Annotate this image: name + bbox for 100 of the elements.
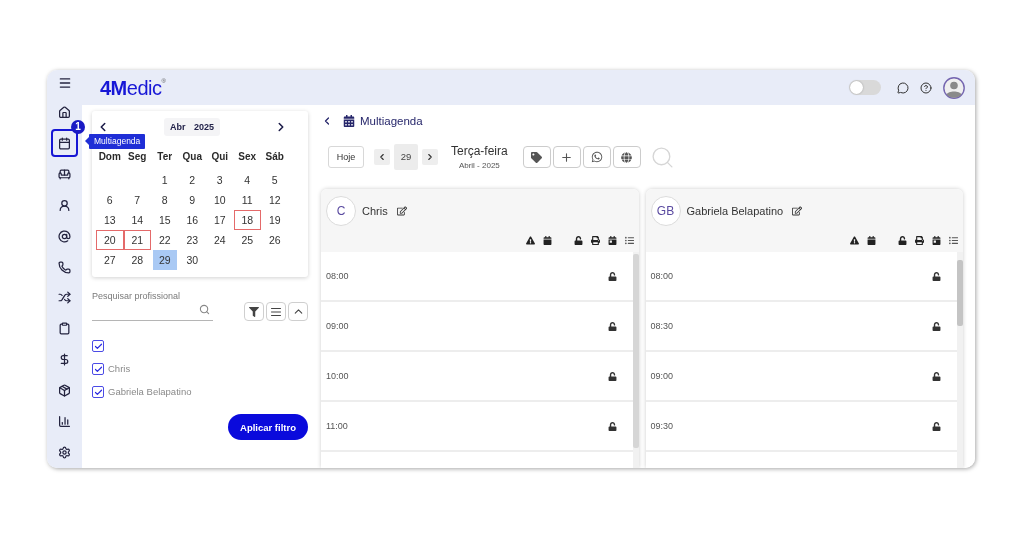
shuffle-icon — [58, 291, 71, 305]
calendar-day[interactable]: 22 — [151, 230, 179, 250]
scrollbar-thumb[interactable] — [957, 260, 963, 326]
weekday-label: Ter — [156, 150, 174, 164]
chart-icon — [58, 415, 71, 429]
list-icon[interactable] — [949, 236, 958, 245]
calendar-icon[interactable] — [542, 236, 552, 245]
calendar-day[interactable]: 3 — [206, 170, 234, 190]
calendar-day[interactable]: 14 — [123, 210, 151, 230]
calendar-day[interactable]: 21 — [123, 230, 151, 250]
tag-button[interactable] — [522, 146, 551, 168]
calendar-day[interactable]: 11 — [233, 190, 261, 210]
unlock-icon[interactable] — [932, 421, 941, 431]
calendar-day[interactable]: 18 — [233, 210, 261, 230]
unlock-icon[interactable] — [607, 371, 617, 381]
time-slot[interactable]: 08:00 — [321, 252, 633, 302]
time-slot[interactable]: 09:30 — [645, 402, 957, 452]
time-slot[interactable]: 09:00 — [645, 352, 957, 402]
calendar-day[interactable]: 2 — [178, 170, 206, 190]
avatar-initials: C — [326, 196, 356, 226]
calendar-day[interactable]: 4 — [233, 170, 261, 190]
calendar-day[interactable]: 7 — [123, 190, 151, 210]
unlock-icon[interactable] — [607, 321, 617, 331]
calendar-icon — [343, 115, 355, 127]
unlock-icon[interactable] — [607, 271, 617, 281]
unlock-icon[interactable] — [898, 236, 907, 245]
calendar-day[interactable]: 1 — [151, 170, 179, 190]
previous-day-button[interactable] — [374, 149, 390, 165]
calendar-day[interactable]: 24 — [206, 230, 234, 250]
weekday-label: Dom — [97, 150, 122, 164]
option-label: Gabriela Belapatino — [108, 386, 192, 398]
checkbox[interactable] — [92, 386, 104, 398]
next-day-button[interactable] — [422, 149, 438, 165]
at-sign-icon — [58, 229, 71, 243]
house-icon — [58, 105, 71, 119]
apply-filter-button[interactable]: Aplicar filtro — [228, 414, 308, 440]
globe-button[interactable] — [612, 146, 641, 168]
filter-button[interactable] — [244, 302, 264, 321]
add-button[interactable] — [552, 146, 581, 168]
edit-icon[interactable] — [396, 206, 407, 216]
chat-icon[interactable] — [897, 81, 909, 94]
toggle-switch[interactable] — [849, 80, 881, 95]
time-slot[interactable]: 11:00 — [321, 402, 633, 452]
user-avatar-icon[interactable] — [943, 76, 965, 99]
calendar-day[interactable]: 20 — [96, 230, 124, 250]
warning-icon[interactable] — [525, 236, 535, 245]
calendar-day[interactable]: 23 — [178, 230, 206, 250]
collapse-button[interactable] — [288, 302, 308, 321]
time-slot[interactable]: 09:00 — [321, 302, 633, 352]
calendar-day[interactable]: 15 — [151, 210, 179, 230]
calendar-day[interactable]: 30 — [178, 250, 206, 270]
avatar-initials: GB — [650, 196, 681, 226]
tag-icon — [531, 151, 543, 163]
search-field[interactable] — [92, 303, 213, 321]
time-slot[interactable]: 08:00 — [645, 252, 957, 302]
step-badge: 1 — [71, 119, 85, 134]
menu-icon — [57, 76, 72, 91]
calendar-day[interactable]: 19 — [261, 210, 289, 230]
professional-name: Gabriela Belapatino — [686, 205, 784, 217]
calendar-day[interactable]: 10 — [206, 190, 234, 210]
checkbox[interactable] — [92, 340, 104, 352]
month-year-button[interactable]: Abr 2025 — [164, 118, 220, 136]
calendar-day[interactable]: 17 — [206, 210, 234, 230]
calendar-day[interactable]: 28 — [123, 250, 151, 270]
calendar-day[interactable]: 5 — [261, 170, 289, 190]
checkbox[interactable] — [92, 363, 104, 375]
unlock-icon[interactable] — [932, 271, 941, 281]
calendar-day[interactable]: 16 — [178, 210, 206, 230]
list-icon[interactable] — [624, 236, 634, 245]
today-button[interactable]: Hoje — [328, 146, 364, 168]
calendar-icon[interactable] — [867, 236, 876, 245]
time-slot[interactable]: 08:30 — [645, 302, 957, 352]
calendar-day[interactable]: 8 — [151, 190, 179, 210]
slot-time: 09:30 — [650, 421, 674, 431]
unlock-icon[interactable] — [932, 321, 941, 331]
calendar-day[interactable]: 9 — [178, 190, 206, 210]
calendar-day[interactable]: 12 — [261, 190, 289, 210]
calendar-day-icon[interactable] — [607, 236, 617, 245]
unlock-icon[interactable] — [932, 371, 941, 381]
search-icon[interactable] — [199, 304, 210, 315]
printer-icon[interactable] — [915, 236, 924, 245]
unlock-icon[interactable] — [573, 236, 583, 245]
calendar-day[interactable]: 6 — [96, 190, 124, 210]
calendar-day[interactable]: 13 — [96, 210, 124, 230]
calendar-day[interactable]: 29 — [153, 250, 177, 270]
unlock-icon[interactable] — [607, 421, 617, 431]
calendar-day[interactable]: 25 — [233, 230, 261, 250]
day-display[interactable]: 29 — [394, 144, 418, 170]
calendar-day[interactable]: 27 — [96, 250, 124, 270]
slot-time: 09:00 — [326, 321, 349, 331]
time-slot[interactable]: 10:00 — [321, 352, 633, 402]
warning-icon[interactable] — [850, 236, 859, 245]
calendar-day[interactable]: 26 — [261, 230, 289, 250]
edit-icon[interactable] — [792, 206, 803, 216]
help-icon[interactable] — [920, 81, 932, 94]
printer-icon[interactable] — [590, 236, 600, 245]
slot-time: 08:00 — [326, 271, 349, 281]
calendar-day-icon[interactable] — [932, 236, 941, 245]
whatsapp-button[interactable] — [582, 146, 611, 168]
list-button[interactable] — [266, 302, 286, 321]
